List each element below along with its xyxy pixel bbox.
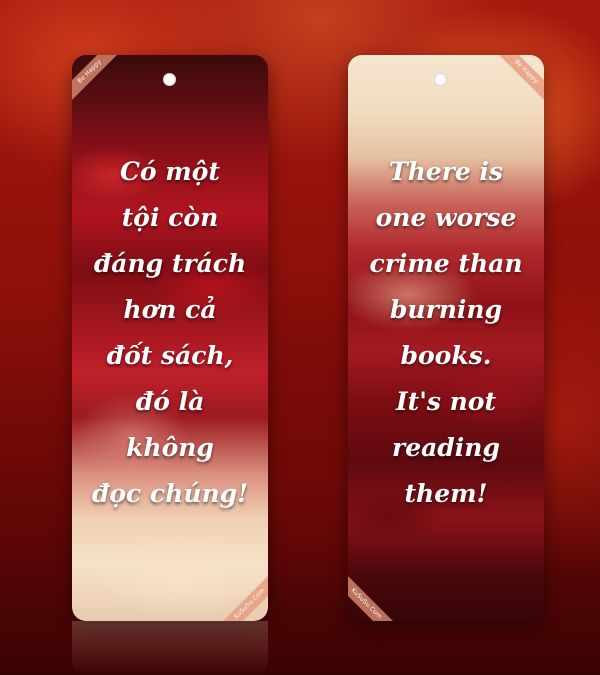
quote-line: them! <box>404 479 488 508</box>
quote-line: burning <box>389 295 503 324</box>
corner-ribbon-bottom: KuSuSu.Com <box>216 570 268 621</box>
quote-line: reading <box>392 433 500 462</box>
bookmark-english: Be Happy KuSuSu.Com There is one worse c… <box>348 55 544 621</box>
bookmark-reflection <box>72 621 268 675</box>
quote-line: đốt sách, <box>106 341 234 370</box>
quote-line: đáng trách <box>93 249 247 278</box>
quote-vietnamese: Có một tội còn đáng trách hơn cả đốt sác… <box>72 149 268 517</box>
quote-line: crime than <box>369 249 523 278</box>
quote-line: đó là <box>135 387 205 416</box>
bookmark-reflection <box>348 621 544 675</box>
bookmark-vietnamese: Be Happy KuSuSu.Com Có một tội còn đáng … <box>72 55 268 621</box>
corner-ribbon-top: Be Happy <box>492 55 544 106</box>
punch-hole <box>434 73 447 86</box>
quote-line: tội còn <box>121 203 219 232</box>
quote-line: one worse <box>375 203 517 232</box>
corner-ribbon-bottom: KuSuSu.Com <box>348 570 400 621</box>
quote-line: đọc chúng! <box>91 479 249 508</box>
quote-line: books. <box>400 341 492 370</box>
quote-english: There is one worse crime than burning bo… <box>348 149 544 517</box>
quote-line: không <box>126 433 214 462</box>
background-scene: Be Happy KuSuSu.Com Có một tội còn đáng … <box>0 0 600 675</box>
quote-line: It's not <box>395 387 497 416</box>
quote-line: hơn cả <box>123 295 217 324</box>
quote-line: Có một <box>120 157 220 186</box>
punch-hole <box>163 73 176 86</box>
quote-line: There is <box>388 157 504 186</box>
corner-ribbon-top: Be Happy <box>72 55 124 106</box>
